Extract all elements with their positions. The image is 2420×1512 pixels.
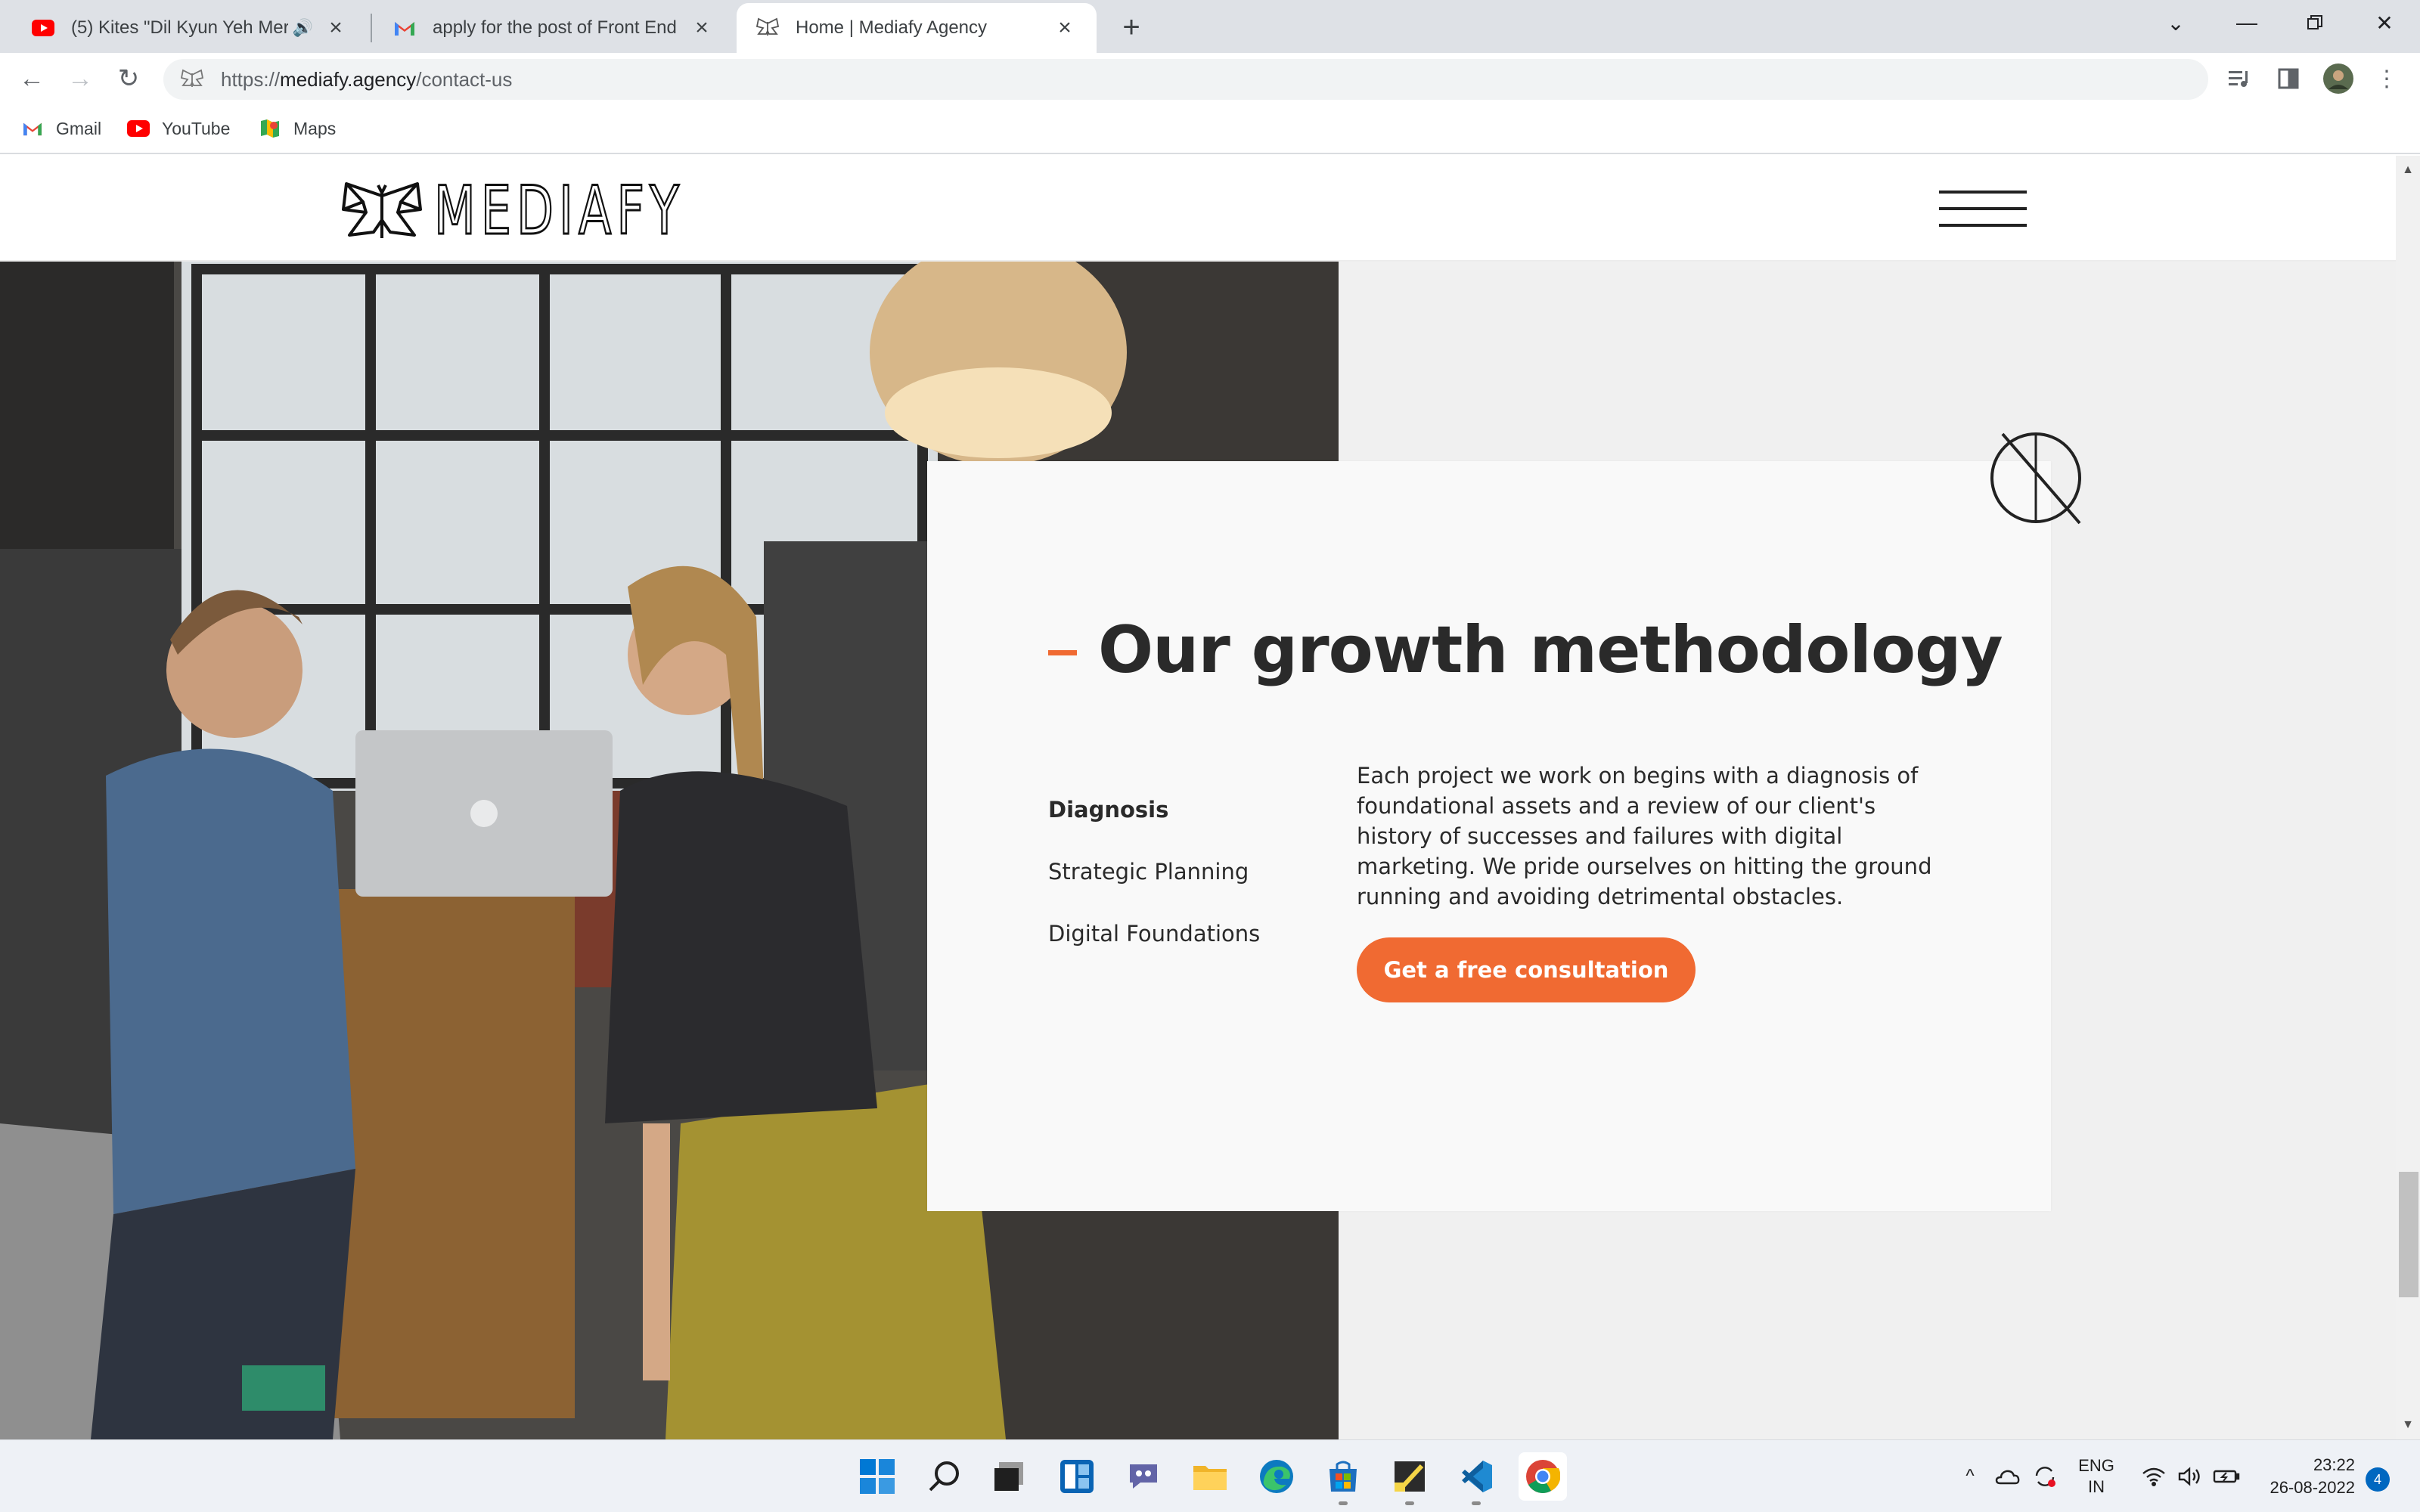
- widgets-icon[interactable]: [1053, 1452, 1101, 1501]
- methodology-tabs: Diagnosis Strategic Planning Digital Fou…: [1048, 779, 1320, 965]
- sync-status-icon[interactable]: [2030, 1455, 2060, 1498]
- tab-gmail[interactable]: apply for the post of Front End E ×: [374, 3, 734, 53]
- chrome-icon[interactable]: [1519, 1452, 1567, 1501]
- section-heading: Our growth methodology: [1048, 612, 2003, 688]
- tab-search-icon[interactable]: ⌄: [2142, 0, 2210, 45]
- tab-title: apply for the post of Front End E: [433, 17, 679, 38]
- language-code: ENG: [2078, 1456, 2114, 1475]
- gmail-icon: [21, 117, 44, 140]
- speaker-icon[interactable]: 🔊: [293, 18, 313, 38]
- url-path: /contact-us: [416, 67, 513, 91]
- notification-badge[interactable]: 4: [2366, 1467, 2390, 1492]
- chrome-menu-icon[interactable]: ⋮: [2370, 62, 2403, 95]
- new-tab-button[interactable]: +: [1115, 11, 1148, 44]
- back-icon[interactable]: ←: [15, 62, 48, 95]
- youtube-icon: [127, 117, 150, 140]
- language-indicator[interactable]: ENG IN: [2072, 1455, 2121, 1498]
- section-title: Our growth methodology: [1098, 612, 2003, 688]
- circle-slash-icon: [1990, 432, 2081, 525]
- minimize-button[interactable]: —: [2213, 0, 2281, 45]
- tray-overflow-chevron-icon[interactable]: ^: [1959, 1455, 1981, 1498]
- tab-mediafy[interactable]: Home | Mediafy Agency ×: [737, 3, 1097, 53]
- microsoft-store-icon[interactable]: [1319, 1452, 1367, 1505]
- url-domain: mediafy.agency: [280, 67, 417, 91]
- battery-icon[interactable]: [2211, 1455, 2242, 1498]
- menu-line: [1939, 207, 2027, 210]
- region-code: IN: [2088, 1477, 2105, 1496]
- browser-tab-strip: (5) Kites "Dil Kyun Yeh Mera S 🔊 × apply…: [0, 0, 2420, 53]
- scrollbar-thumb[interactable]: [2399, 1172, 2418, 1297]
- tab-separator: [371, 14, 372, 42]
- bookmark-maps[interactable]: Maps: [259, 115, 336, 142]
- bookmark-label: Maps: [293, 118, 337, 138]
- search-icon[interactable]: [920, 1452, 968, 1501]
- accent-dash: [1048, 649, 1077, 655]
- side-panel-icon[interactable]: [2272, 62, 2305, 95]
- url-scheme: https://: [221, 67, 281, 91]
- mediafy-butterfly-icon: [755, 15, 780, 41]
- bookmark-youtube[interactable]: YouTube: [127, 115, 230, 142]
- bookmark-gmail[interactable]: Gmail: [21, 115, 101, 142]
- edge-browser-icon[interactable]: [1252, 1452, 1301, 1501]
- scroll-down-arrow-icon[interactable]: ▼: [2396, 1414, 2420, 1436]
- free-consultation-button[interactable]: Get a free consultation: [1357, 937, 1696, 1002]
- tab-diagnosis[interactable]: Diagnosis: [1048, 779, 1320, 841]
- windows-taskbar: ^ ENG IN 23:22 26-08-2022 4: [0, 1439, 2420, 1512]
- volume-icon[interactable]: [2175, 1455, 2205, 1498]
- tab-youtube[interactable]: (5) Kites "Dil Kyun Yeh Mera S 🔊 ×: [12, 3, 368, 53]
- site-info-icon[interactable]: [177, 64, 207, 94]
- close-tab-icon[interactable]: ×: [1051, 14, 1078, 42]
- address-bar[interactable]: https://mediafy.agency/contact-us: [163, 59, 2208, 100]
- gmail-icon: [392, 15, 417, 41]
- page-viewport: MEDIAFY Our growth methodology Diagnosis…: [0, 156, 2396, 1439]
- onedrive-cloud-icon[interactable]: [1992, 1455, 2022, 1498]
- butterfly-logo-icon: [342, 182, 422, 238]
- menu-line: [1939, 191, 2027, 194]
- site-header: MEDIAFY: [0, 156, 2396, 262]
- site-logo[interactable]: MEDIAFY: [340, 172, 782, 249]
- scroll-up-arrow-icon[interactable]: ▲: [2396, 159, 2420, 181]
- close-window-button[interactable]: ✕: [2350, 0, 2418, 45]
- page-scrollbar[interactable]: ▲ ▼: [2396, 156, 2420, 1439]
- clock-date: 26-08-2022: [2270, 1478, 2355, 1497]
- close-tab-icon[interactable]: ×: [322, 14, 349, 42]
- restore-button[interactable]: [2281, 0, 2349, 45]
- menu-line: [1939, 224, 2027, 227]
- media-controls-icon[interactable]: [2223, 62, 2257, 95]
- file-explorer-icon[interactable]: [1186, 1452, 1234, 1501]
- task-view-icon[interactable]: [985, 1452, 1033, 1501]
- logo-wordmark: MEDIAFY: [433, 172, 685, 249]
- vscode-icon[interactable]: [1452, 1452, 1500, 1505]
- methodology-card: Our growth methodology Diagnosis Strateg…: [927, 461, 2051, 1211]
- bookmarks-bar: Gmail YouTube Maps: [0, 104, 2420, 154]
- tab-digital-foundations[interactable]: Digital Foundations: [1048, 903, 1320, 965]
- profile-avatar[interactable]: [2322, 62, 2355, 95]
- forward-icon[interactable]: →: [64, 62, 97, 95]
- system-clock[interactable]: 23:22 26-08-2022: [2258, 1454, 2355, 1499]
- clock-time: 23:22: [2313, 1455, 2355, 1474]
- youtube-icon: [30, 15, 56, 41]
- tab-strategic-planning[interactable]: Strategic Planning: [1048, 841, 1320, 903]
- close-tab-icon[interactable]: ×: [688, 14, 715, 42]
- tab-title: (5) Kites "Dil Kyun Yeh Mera S: [71, 17, 288, 38]
- windows-start-icon[interactable]: [853, 1452, 901, 1501]
- wifi-icon[interactable]: [2139, 1455, 2169, 1498]
- bookmark-label: Gmail: [56, 118, 102, 138]
- teams-chat-icon[interactable]: [1119, 1452, 1168, 1501]
- browser-toolbar: ← → ↻ https://mediafy.agency/contact-us …: [0, 53, 2420, 104]
- reload-icon[interactable]: ↻: [112, 62, 145, 95]
- method-description: Each project we work on begins with a di…: [1357, 763, 1932, 909]
- tab-title: Home | Mediafy Agency: [796, 17, 988, 38]
- hamburger-menu-button[interactable]: [1939, 186, 2027, 231]
- maps-icon: [259, 117, 281, 140]
- sticky-notes-icon[interactable]: [1385, 1452, 1434, 1505]
- bookmark-label: YouTube: [162, 118, 231, 138]
- url-text[interactable]: https://mediafy.agency/contact-us: [221, 68, 512, 91]
